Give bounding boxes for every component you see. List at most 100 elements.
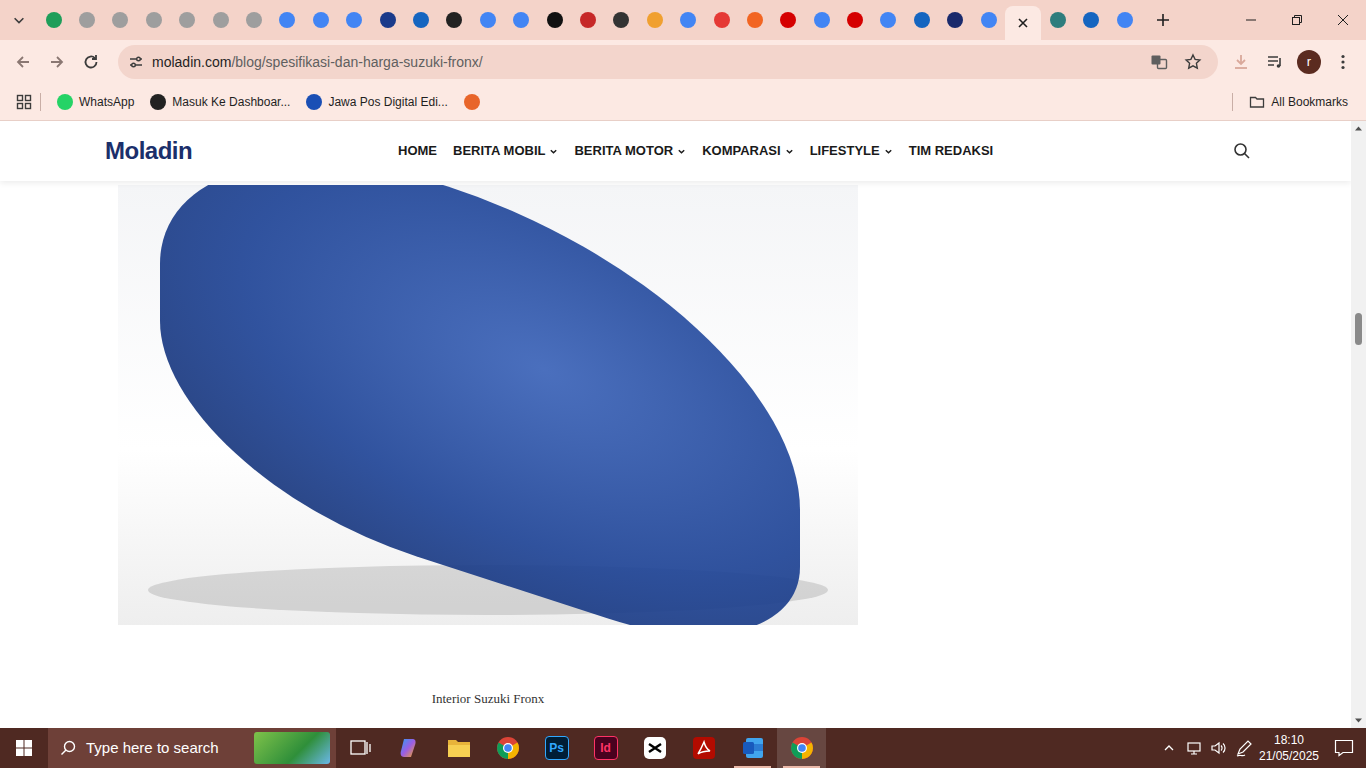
taskbar-app[interactable] <box>483 728 532 768</box>
taskbar-app[interactable] <box>434 728 483 768</box>
apps-icon[interactable] <box>16 94 32 110</box>
browser-tab[interactable] <box>471 0 504 40</box>
browser-tab[interactable] <box>1075 0 1108 40</box>
running-indicator <box>734 766 771 768</box>
scroll-down-icon[interactable] <box>1351 713 1366 728</box>
bookmark-item[interactable]: WhatsApp <box>49 89 142 115</box>
browser-tab[interactable] <box>338 0 371 40</box>
browser-tab[interactable] <box>104 0 137 40</box>
browser-tab[interactable] <box>638 0 671 40</box>
taskbar-app[interactable] <box>679 728 728 768</box>
taskbar-app[interactable] <box>630 728 679 768</box>
minimize-icon[interactable] <box>1228 0 1274 40</box>
scroll-thumb[interactable] <box>1355 313 1362 345</box>
nav-item[interactable]: BERITA MOBIL <box>453 141 558 161</box>
browser-tab[interactable] <box>171 0 204 40</box>
browser-tab[interactable] <box>939 0 972 40</box>
translate-icon[interactable] <box>1142 45 1176 79</box>
browser-tab[interactable] <box>805 0 838 40</box>
bookmark-item[interactable]: Jawa Pos Digital Edi... <box>298 89 455 115</box>
browser-tab[interactable] <box>404 0 437 40</box>
menu-icon[interactable] <box>1326 45 1360 79</box>
browser-tab[interactable] <box>70 0 103 40</box>
browser-tab[interactable] <box>204 0 237 40</box>
browser-tab[interactable] <box>371 0 404 40</box>
browser-tab[interactable] <box>571 0 604 40</box>
browser-tab[interactable] <box>237 0 270 40</box>
notifications-icon[interactable] <box>1322 728 1366 768</box>
bookmark-star-icon[interactable] <box>1176 45 1210 79</box>
address-bar[interactable]: moladin.com/blog/spesifikasi-dan-harga-s… <box>118 45 1218 79</box>
taskbar-app[interactable] <box>385 728 434 768</box>
close-window-icon[interactable] <box>1320 0 1366 40</box>
start-icon[interactable] <box>0 728 48 768</box>
restore-icon[interactable] <box>1274 0 1320 40</box>
nav-item[interactable]: TIM REDAKSI <box>909 141 994 161</box>
browser-tab[interactable] <box>504 0 537 40</box>
taskbar-app[interactable] <box>777 728 826 768</box>
back-icon[interactable] <box>6 45 40 79</box>
taskbar-app[interactable] <box>336 728 385 768</box>
tab-favicon-icon <box>279 12 295 28</box>
nav-item[interactable]: KOMPARASI <box>702 141 793 161</box>
browser-tab[interactable] <box>605 0 638 40</box>
browser-tab[interactable] <box>738 0 771 40</box>
nav-item[interactable]: LIFESTYLE <box>810 141 893 161</box>
site-logo[interactable]: Moladin <box>105 137 192 164</box>
download-icon[interactable] <box>1224 45 1258 79</box>
tab-favicon-icon <box>213 12 229 28</box>
all-bookmarks-button[interactable]: All Bookmarks <box>1241 89 1356 115</box>
site-info-icon[interactable] <box>128 54 144 70</box>
browser-tab[interactable] <box>1005 6 1041 40</box>
close-tab-icon[interactable] <box>1017 17 1029 29</box>
browser-tab[interactable] <box>905 0 938 40</box>
browser-tab[interactable] <box>972 0 1005 40</box>
browser-tab[interactable] <box>271 0 304 40</box>
tab-strip <box>0 0 1366 40</box>
reload-icon[interactable] <box>74 45 108 79</box>
pen-icon[interactable] <box>1231 728 1256 768</box>
browser-toolbar: moladin.com/blog/spesifikasi-dan-harga-s… <box>0 40 1366 84</box>
scrollbar[interactable] <box>1351 121 1366 728</box>
browser-tab[interactable] <box>304 0 337 40</box>
chrome-icon <box>496 736 520 760</box>
forward-icon[interactable] <box>40 45 74 79</box>
taskbar-app[interactable]: Id <box>581 728 630 768</box>
browser-tab[interactable] <box>772 0 805 40</box>
tab-favicon-icon <box>346 12 362 28</box>
profile-avatar[interactable]: r <box>1297 50 1321 74</box>
word-icon <box>741 736 765 760</box>
search-icon[interactable] <box>1233 142 1251 160</box>
nav-item[interactable]: HOME <box>398 141 437 161</box>
indesign-icon: Id <box>594 736 618 760</box>
browser-tab[interactable] <box>538 0 571 40</box>
browser-tab[interactable] <box>872 0 905 40</box>
nav-label: BERITA MOTOR <box>574 141 673 161</box>
taskbar: Type here to search Ps Id 18:1021/05/2025 <box>0 728 1366 768</box>
browser-tab[interactable] <box>438 0 471 40</box>
show-hidden-icons-icon[interactable] <box>1156 728 1181 768</box>
browser-tab[interactable] <box>1108 0 1141 40</box>
browser-tab[interactable] <box>671 0 704 40</box>
bookmark-item[interactable] <box>456 90 488 114</box>
browser-tab[interactable] <box>705 0 738 40</box>
nav-item[interactable]: BERITA MOTOR <box>574 141 686 161</box>
browser-tab[interactable] <box>37 0 70 40</box>
device-icon[interactable] <box>1181 728 1206 768</box>
nav-label: LIFESTYLE <box>810 141 880 161</box>
new-tab-icon[interactable] <box>1148 5 1178 35</box>
scroll-up-icon[interactable] <box>1351 121 1366 136</box>
browser-tab[interactable] <box>1041 0 1074 40</box>
media-control-icon[interactable] <box>1258 45 1292 79</box>
volume-icon[interactable] <box>1206 728 1231 768</box>
browser-tab[interactable] <box>838 0 871 40</box>
bookmark-item[interactable]: Masuk Ke Dashboar... <box>142 89 298 115</box>
tab-search-icon[interactable] <box>0 0 37 40</box>
site-header: Moladin HOME BERITA MOBIL BERITA MOTOR KOMPA… <box>0 121 1351 181</box>
taskbar-search[interactable]: Type here to search <box>48 728 336 768</box>
clock[interactable]: 18:1021/05/2025 <box>1256 732 1322 764</box>
browser-tab[interactable] <box>137 0 170 40</box>
taskbar-app[interactable] <box>728 728 777 768</box>
taskbar-app[interactable]: Ps <box>532 728 581 768</box>
profile-button[interactable]: r <box>1292 45 1326 79</box>
